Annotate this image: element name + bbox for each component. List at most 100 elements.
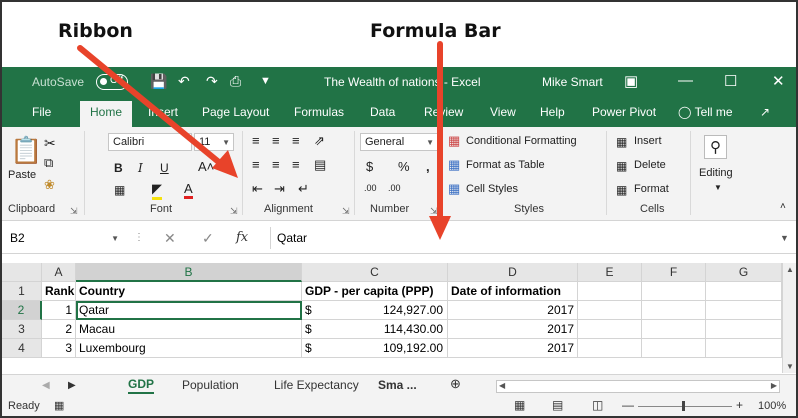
font-family-select[interactable]: Calibri bbox=[108, 133, 192, 151]
sheet-tab-population[interactable]: Population bbox=[182, 378, 239, 392]
empty-cell[interactable] bbox=[706, 320, 782, 339]
normal-view-icon[interactable]: ▦ bbox=[514, 398, 525, 412]
maximize-icon[interactable]: ☐ bbox=[724, 72, 737, 90]
wrap-text-icon[interactable]: ↵ bbox=[298, 181, 309, 197]
country-cell[interactable]: Macau bbox=[76, 320, 302, 339]
tab-home[interactable]: Home bbox=[80, 101, 133, 127]
redo-icon[interactable]: ↷ bbox=[206, 73, 218, 90]
row-header[interactable]: 1 bbox=[2, 282, 42, 301]
underline-button[interactable]: U bbox=[160, 161, 169, 175]
next-sheet-icon[interactable]: ▶ bbox=[68, 380, 76, 391]
row-header[interactable]: 3 bbox=[2, 320, 42, 339]
insert-function-button[interactable]: fx bbox=[236, 230, 248, 245]
paste-icon[interactable]: 📋 bbox=[10, 135, 42, 166]
insert-cells-icon[interactable]: ▦ bbox=[616, 135, 627, 149]
user-name[interactable]: Mike Smart bbox=[542, 75, 603, 89]
delete-cells-button[interactable]: Delete bbox=[634, 159, 666, 171]
col-header-e[interactable]: E bbox=[578, 263, 642, 282]
gdp-cell[interactable]: $ 114,430.00 bbox=[302, 320, 448, 339]
country-cell[interactable]: Luxembourg bbox=[76, 339, 302, 358]
tab-page-layout[interactable]: Page Layout bbox=[202, 105, 269, 119]
format-cells-icon[interactable]: ▦ bbox=[616, 183, 627, 197]
increase-font-icon[interactable]: A˄ bbox=[198, 159, 214, 174]
header-cell[interactable]: Rank bbox=[42, 282, 76, 301]
copy-icon[interactable]: ⧉ bbox=[44, 155, 53, 171]
cell-styles-icon[interactable]: ▦ bbox=[448, 181, 460, 197]
gdp-cell[interactable]: $ 109,192.00 bbox=[302, 339, 448, 358]
empty-cell[interactable] bbox=[706, 339, 782, 358]
zoom-in-icon[interactable]: + bbox=[736, 398, 743, 412]
enter-icon[interactable]: ✓ bbox=[202, 230, 214, 247]
format-as-table-button[interactable]: Format as Table bbox=[466, 159, 545, 171]
increase-decimal-button[interactable]: .00 bbox=[364, 183, 377, 193]
cell-styles-button[interactable]: Cell Styles bbox=[466, 183, 518, 195]
top-align-icon[interactable]: ≡ bbox=[252, 133, 260, 148]
tell-me-search[interactable]: ◯ Tell me bbox=[678, 105, 733, 119]
decrease-decimal-button[interactable]: .00 bbox=[388, 183, 401, 193]
header-cell[interactable]: Country bbox=[76, 282, 302, 301]
font-launcher-icon[interactable]: ⇲ bbox=[230, 206, 238, 217]
decrease-font-icon[interactable]: A˅ bbox=[218, 161, 232, 173]
tab-review[interactable]: Review bbox=[424, 105, 463, 119]
number-format-select[interactable]: General ▼ bbox=[360, 133, 438, 151]
print-preview-icon[interactable]: ⎙ bbox=[230, 73, 241, 90]
col-header-c[interactable]: C bbox=[302, 263, 448, 282]
zoom-slider[interactable] bbox=[638, 406, 732, 407]
bold-button[interactable]: B bbox=[114, 161, 123, 175]
sheet-tab-more[interactable]: Sma ... bbox=[378, 378, 417, 392]
row-header[interactable]: 2 bbox=[2, 301, 42, 320]
align-left-icon[interactable]: ≡ bbox=[252, 157, 260, 172]
format-painter-icon[interactable]: ❀ bbox=[44, 177, 55, 193]
empty-cell[interactable] bbox=[642, 301, 706, 320]
header-cell[interactable]: Date of information bbox=[448, 282, 578, 301]
horizontal-scrollbar[interactable]: ◀ ▶ bbox=[496, 380, 780, 393]
col-header-a[interactable]: A bbox=[42, 263, 76, 282]
rank-cell[interactable]: 1 bbox=[42, 301, 76, 320]
tab-formulas[interactable]: Formulas bbox=[294, 105, 344, 119]
date-cell[interactable]: 2017 bbox=[448, 301, 578, 320]
empty-cell[interactable] bbox=[706, 301, 782, 320]
align-center-icon[interactable]: ≡ bbox=[272, 157, 280, 172]
delete-cells-icon[interactable]: ▦ bbox=[616, 159, 627, 173]
col-header-f[interactable]: F bbox=[642, 263, 706, 282]
conditional-formatting-button[interactable]: Conditional Formatting bbox=[466, 135, 577, 147]
middle-align-icon[interactable]: ≡ bbox=[272, 133, 280, 148]
format-as-table-icon[interactable]: ▦ bbox=[448, 157, 460, 173]
increase-indent-icon[interactable]: ⇥ bbox=[274, 181, 285, 197]
font-size-select[interactable]: 11 ▼ bbox=[194, 133, 234, 151]
add-sheet-icon[interactable]: ⊕ bbox=[450, 376, 461, 392]
tab-file[interactable]: File bbox=[32, 105, 51, 119]
insert-cells-button[interactable]: Insert bbox=[634, 135, 662, 147]
editing-button[interactable]: Editing bbox=[699, 167, 733, 179]
accessibility-icon[interactable]: ▦ bbox=[54, 399, 64, 412]
tab-help[interactable]: Help bbox=[540, 105, 565, 119]
font-color-icon[interactable]: A bbox=[184, 181, 193, 199]
share-icon[interactable]: ↗ bbox=[760, 105, 770, 119]
empty-cell[interactable] bbox=[642, 339, 706, 358]
rank-cell[interactable]: 2 bbox=[42, 320, 76, 339]
empty-cell[interactable] bbox=[578, 339, 642, 358]
format-cells-button[interactable]: Format bbox=[634, 183, 669, 195]
fill-color-icon[interactable]: ◤ bbox=[152, 181, 162, 200]
paste-button[interactable]: Paste bbox=[8, 169, 36, 181]
collapse-ribbon-icon[interactable]: ˄ bbox=[780, 201, 786, 212]
zoom-out-icon[interactable]: — bbox=[622, 398, 634, 412]
scroll-down-icon[interactable]: ▼ bbox=[786, 362, 794, 371]
empty-cell[interactable] bbox=[642, 282, 706, 301]
tab-insert[interactable]: Insert bbox=[148, 105, 178, 119]
orientation-icon[interactable]: ⇗ bbox=[314, 133, 325, 149]
undo-icon[interactable]: ↶ bbox=[178, 73, 190, 90]
alignment-launcher-icon[interactable]: ⇲ bbox=[342, 206, 350, 217]
rank-cell[interactable]: 3 bbox=[42, 339, 76, 358]
cut-icon[interactable]: ✂ bbox=[44, 135, 56, 152]
close-icon[interactable]: ✕ bbox=[772, 72, 785, 90]
scroll-left-icon[interactable]: ◀ bbox=[499, 381, 505, 390]
prev-sheet-icon[interactable]: ◀ bbox=[42, 380, 50, 391]
zoom-slider-thumb[interactable] bbox=[682, 401, 685, 411]
currency-button[interactable]: $ bbox=[366, 159, 373, 174]
tab-power-pivot[interactable]: Power Pivot bbox=[592, 105, 656, 119]
bottom-align-icon[interactable]: ≡ bbox=[292, 133, 300, 148]
col-header-b[interactable]: B bbox=[76, 263, 302, 282]
borders-icon[interactable]: ▦ bbox=[114, 183, 125, 197]
active-cell[interactable]: Qatar bbox=[76, 301, 302, 320]
